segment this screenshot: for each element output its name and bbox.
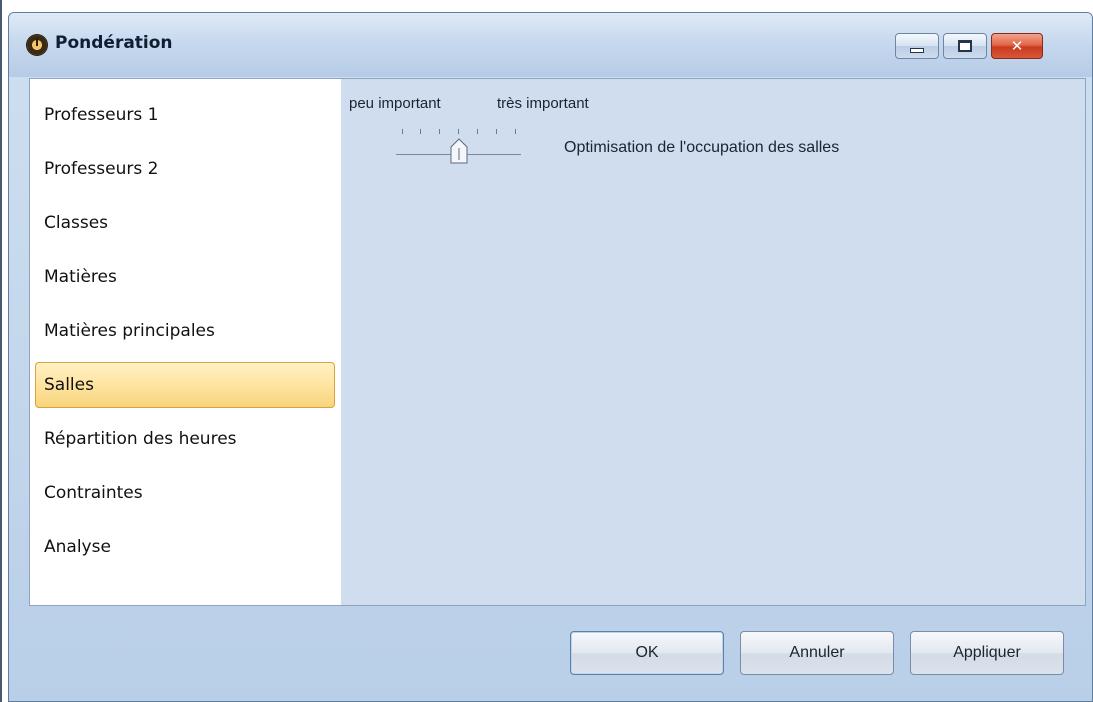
sidebar-item-repartition-des-heures[interactable]: Répartition des heures	[35, 416, 335, 462]
setting-label: Optimisation de l'occupation des salles	[564, 139, 840, 156]
category-list: Professeurs 1 Professeurs 2 Classes Mati…	[30, 79, 341, 605]
sidebar-item-contraintes[interactable]: Contraintes	[35, 470, 335, 516]
ok-button[interactable]: OK	[570, 631, 724, 675]
dialog-window: Pondération ✕ Professeurs 1 Professeurs …	[8, 12, 1093, 702]
sidebar-item-matieres[interactable]: Matières	[35, 254, 335, 300]
slider-thumb[interactable]	[450, 138, 468, 164]
minimize-button[interactable]	[895, 33, 939, 59]
sidebar-item-label: Professeurs 1	[44, 105, 159, 125]
clock-icon	[27, 35, 47, 55]
sidebar-item-salles[interactable]: Salles	[35, 362, 335, 408]
slider-tick	[515, 129, 516, 134]
content-area: Professeurs 1 Professeurs 2 Classes Mati…	[29, 78, 1086, 606]
sidebar-item-label: Professeurs 2	[44, 159, 159, 179]
slider-tick	[439, 129, 440, 134]
sidebar-item-professeurs-1[interactable]: Professeurs 1	[35, 92, 335, 138]
screen-edge	[0, 0, 2, 702]
scale-high-label: très important	[497, 95, 589, 112]
slider-tick	[458, 129, 459, 134]
sidebar-item-label: Matières principales	[44, 321, 215, 341]
sidebar-item-matieres-principales[interactable]: Matières principales	[35, 308, 335, 354]
slider-tick	[420, 129, 421, 134]
weight-slider[interactable]	[396, 123, 521, 164]
close-icon: ✕	[1010, 36, 1024, 55]
scale-low-label: peu important	[349, 95, 441, 112]
sidebar-item-professeurs-2[interactable]: Professeurs 2	[35, 146, 335, 192]
sidebar-item-label: Classes	[44, 213, 109, 233]
sidebar-item-analyse[interactable]: Analyse	[35, 524, 335, 570]
sidebar-item-label: Répartition des heures	[44, 429, 237, 449]
slider-tick	[402, 129, 403, 134]
window-title: Pondération	[55, 33, 173, 53]
close-button[interactable]: ✕	[991, 33, 1043, 59]
maximize-button[interactable]	[943, 33, 987, 59]
title-bar[interactable]: Pondération ✕	[9, 13, 1092, 77]
slider-tick	[477, 129, 478, 134]
settings-panel: peu important très important Optimisatio…	[341, 79, 1085, 605]
maximize-icon	[958, 40, 972, 52]
dialog-footer: OK Annuler Appliquer	[9, 605, 1092, 701]
slider-tick	[496, 129, 497, 134]
sidebar-item-label: Contraintes	[44, 483, 143, 503]
sidebar-item-label: Salles	[44, 375, 94, 395]
apply-button[interactable]: Appliquer	[910, 631, 1064, 675]
sidebar-item-label: Matières	[44, 267, 117, 287]
cancel-button[interactable]: Annuler	[740, 631, 894, 675]
sidebar-item-classes[interactable]: Classes	[35, 200, 335, 246]
sidebar-item-label: Analyse	[44, 537, 111, 557]
footer-divider	[29, 605, 1086, 606]
minimize-icon	[910, 47, 924, 53]
